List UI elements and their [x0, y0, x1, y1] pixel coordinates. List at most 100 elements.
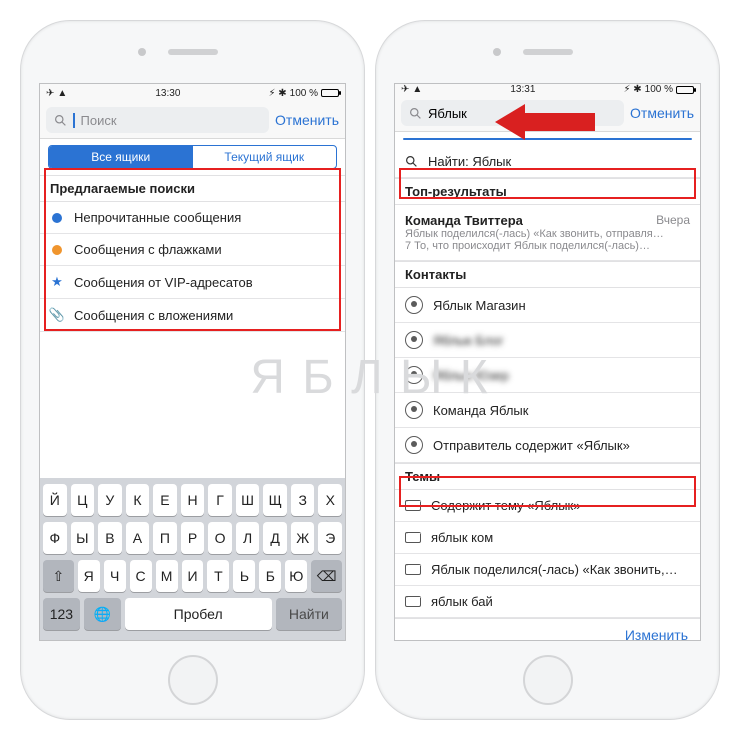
- key-letter[interactable]: Ч: [104, 560, 126, 592]
- segment-current[interactable]: Текущий ящик: [193, 146, 337, 168]
- key-letter[interactable]: Ж: [291, 522, 315, 554]
- key-backspace[interactable]: ⌫: [311, 560, 342, 592]
- result-date: Вчера: [656, 213, 690, 228]
- key-letter[interactable]: П: [153, 522, 177, 554]
- key-letter[interactable]: Н: [181, 484, 205, 516]
- suggestion-label: Сообщения с вложениями: [74, 308, 233, 323]
- key-letter[interactable]: З: [291, 484, 315, 516]
- envelope-icon: [405, 564, 421, 575]
- key-letter[interactable]: И: [182, 560, 204, 592]
- envelope-icon: [405, 532, 421, 543]
- cancel-button[interactable]: Отменить: [630, 105, 694, 121]
- key-letter[interactable]: Ы: [71, 522, 95, 554]
- suggestion-row[interactable]: Сообщения с флажками: [40, 234, 345, 266]
- topic-row[interactable]: Яблык поделился(-лась) «Как звонить,…: [395, 554, 700, 586]
- key-globe[interactable]: 🌐: [84, 598, 121, 630]
- airplane-icon: ✈︎: [401, 84, 409, 95]
- wifi-icon: ▲: [57, 88, 67, 99]
- airplane-icon: ✈︎: [46, 88, 54, 99]
- cancel-button[interactable]: Отменить: [275, 112, 339, 128]
- phone-left: ✈︎▲ 13:30 ⚡︎ ✱100 % Поиск Отменить Все я…: [20, 20, 365, 720]
- key-letter[interactable]: Д: [263, 522, 287, 554]
- key-letter[interactable]: У: [98, 484, 122, 516]
- home-button[interactable]: [523, 655, 573, 705]
- edit-button[interactable]: Изменить: [395, 618, 700, 641]
- segment-all[interactable]: Все ящики: [49, 146, 193, 168]
- status-time: 13:31: [510, 84, 535, 95]
- topic-label: яблык ком: [431, 530, 493, 545]
- avatar-icon: [405, 436, 423, 454]
- key-letter[interactable]: О: [208, 522, 232, 554]
- result-sender: Команда Твиттера: [405, 213, 523, 228]
- topic-row[interactable]: яблык ком: [395, 522, 700, 554]
- topic-label: Содержит тему «Яблык»: [431, 498, 580, 513]
- key-letter[interactable]: М: [156, 560, 178, 592]
- contact-row[interactable]: Отправитель содержит «Яблык»: [395, 428, 700, 463]
- key-space[interactable]: Пробел: [125, 598, 272, 630]
- keyboard[interactable]: ЙЦУКЕНГШЩЗХ ФЫВАПРОЛДЖЭ ⇧ЯЧСМИТЬБЮ⌫ 123 …: [40, 478, 345, 640]
- contact-row[interactable]: Яблык Магазин: [395, 288, 700, 323]
- battery-icon: [676, 86, 694, 94]
- key-letter[interactable]: К: [126, 484, 150, 516]
- segmented-control[interactable]: Все ящики Текущий ящик: [48, 145, 337, 169]
- unread-dot-icon: [52, 213, 62, 223]
- annotation-arrow: [495, 104, 595, 140]
- avatar-icon: [405, 366, 423, 384]
- contact-row[interactable]: Команда Яблык: [395, 393, 700, 428]
- contact-name: Команда Яблык: [433, 403, 528, 418]
- suggestion-label: Непрочитанные сообщения: [74, 210, 241, 225]
- home-button[interactable]: [168, 655, 218, 705]
- topics-header: Темы: [395, 463, 700, 490]
- top-result-row[interactable]: Команда ТвиттераВчера Яблык поделился(-л…: [395, 205, 700, 261]
- suggestion-label: Сообщения от VIP-адресатов: [74, 275, 253, 290]
- battery-icon: [321, 89, 339, 97]
- key-letter[interactable]: А: [126, 522, 150, 554]
- contact-name: Яблык Блог: [433, 333, 504, 348]
- contact-row[interactable]: Яблык Блог: [395, 323, 700, 358]
- key-letter[interactable]: Р: [181, 522, 205, 554]
- topic-row[interactable]: Содержит тему «Яблык»: [395, 490, 700, 522]
- find-label: Найти: Яблык: [428, 154, 511, 169]
- top-results-header: Топ-результаты: [395, 178, 700, 205]
- contact-name: Отправитель содержит «Яблык»: [433, 438, 630, 453]
- key-letter[interactable]: Э: [318, 522, 342, 554]
- key-letter[interactable]: Г: [208, 484, 232, 516]
- key-letter[interactable]: В: [98, 522, 122, 554]
- key-letter[interactable]: Б: [259, 560, 281, 592]
- contacts-header: Контакты: [395, 261, 700, 288]
- key-letter[interactable]: Ю: [285, 560, 307, 592]
- key-123[interactable]: 123: [43, 598, 80, 630]
- speaker-slit: [168, 49, 218, 55]
- key-letter[interactable]: Ф: [43, 522, 67, 554]
- key-letter[interactable]: Л: [236, 522, 260, 554]
- search-icon: [54, 114, 67, 127]
- suggestion-row[interactable]: 📎 Сообщения с вложениями: [40, 299, 345, 332]
- key-letter[interactable]: Я: [78, 560, 100, 592]
- result-line2: 7 То, что происходит Яблык поделился(-ла…: [405, 240, 685, 252]
- paperclip-icon: 📎: [50, 307, 64, 323]
- key-find[interactable]: Найти: [276, 598, 342, 630]
- key-letter[interactable]: С: [130, 560, 152, 592]
- search-input[interactable]: Поиск: [46, 107, 269, 133]
- suggestion-row[interactable]: ★Сообщения от VIP-адресатов: [40, 266, 345, 299]
- battery-pct: 100 %: [645, 84, 673, 95]
- key-shift[interactable]: ⇧: [43, 560, 74, 592]
- suggestion-row[interactable]: Непрочитанные сообщения: [40, 202, 345, 234]
- key-letter[interactable]: Ш: [236, 484, 260, 516]
- topic-row[interactable]: яблык бай: [395, 586, 700, 618]
- key-letter[interactable]: Т: [207, 560, 229, 592]
- avatar-icon: [405, 296, 423, 314]
- find-row[interactable]: Найти: Яблык: [395, 146, 700, 178]
- key-letter[interactable]: Е: [153, 484, 177, 516]
- key-letter[interactable]: Й: [43, 484, 67, 516]
- key-letter[interactable]: Щ: [263, 484, 287, 516]
- topic-label: яблык бай: [431, 594, 493, 609]
- key-letter[interactable]: Ц: [71, 484, 95, 516]
- key-letter[interactable]: Ь: [233, 560, 255, 592]
- status-bar: ✈︎▲ 13:30 ⚡︎ ✱100 %: [40, 84, 345, 102]
- suggested-searches-header: Предлагаемые поиски: [40, 175, 345, 202]
- key-letter[interactable]: Х: [318, 484, 342, 516]
- envelope-icon: [405, 500, 421, 511]
- contact-row[interactable]: Яблык Юзер: [395, 358, 700, 393]
- search-icon: [405, 155, 418, 168]
